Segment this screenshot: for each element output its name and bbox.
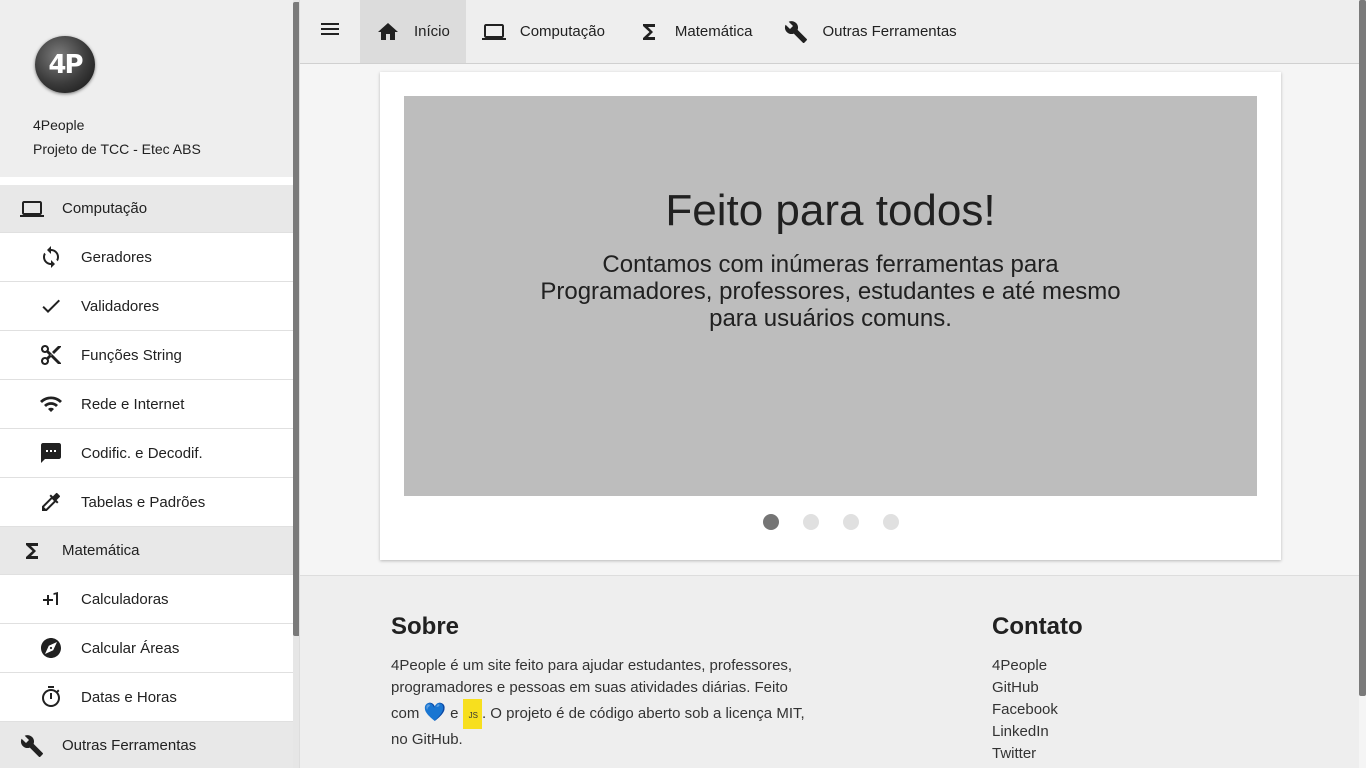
sidebar-item-rede-internet[interactable]: Rede e Internet: [0, 380, 299, 429]
tab-outras-ferramentas[interactable]: Outras Ferramentas: [768, 0, 972, 63]
carousel-dot-3[interactable]: [842, 514, 859, 530]
slide-title: Feito para todos!: [665, 186, 996, 235]
sidebar-item-label: Validadores: [81, 297, 160, 315]
sidebar-item-label: Codific. e Decodif.: [81, 444, 203, 462]
wifi-icon: [38, 392, 64, 416]
menu-button[interactable]: [300, 0, 360, 63]
plus-one-icon: [38, 587, 64, 611]
sidebar-item-label: Rede e Internet: [81, 395, 185, 413]
profile-name: 4People: [33, 117, 85, 133]
javascript-icon: JS: [462, 699, 482, 729]
menu-icon: [318, 17, 342, 46]
sigma-icon: [19, 539, 45, 563]
carousel-indicators: [380, 514, 1281, 530]
top-navbar: Início Computação Matemática Outras Ferr…: [300, 0, 1366, 64]
sidebar-item-label: Geradores: [81, 248, 152, 266]
slide-text: Contamos com inúmeras ferramentas para P…: [540, 251, 1121, 332]
sidebar-item-codificacao[interactable]: Codific. e Decodif.: [0, 429, 299, 478]
sidebar-section-computacao[interactable]: Computação: [0, 185, 299, 233]
profile-subtitle: Projeto de TCC - Etec ABS: [33, 141, 201, 157]
refresh-icon: [38, 245, 64, 269]
about-text-mid: e: [450, 705, 459, 722]
contact-link-4people[interactable]: 4People: [992, 655, 1058, 677]
contact-link-facebook[interactable]: Facebook: [992, 699, 1058, 721]
carousel-dot-4[interactable]: [882, 514, 899, 530]
comment-icon: [38, 441, 64, 465]
sidebar-item-validadores[interactable]: Validadores: [0, 282, 299, 331]
app-logo: 4P: [35, 36, 95, 93]
carousel-dot-1[interactable]: [762, 514, 779, 530]
sigma-icon: [637, 20, 661, 44]
contact-link-twitter[interactable]: Twitter: [992, 743, 1058, 765]
compass-icon: [38, 636, 64, 660]
page-scrollbar-thumb[interactable]: [1359, 0, 1366, 696]
sidebar-section-label: Matemática: [62, 542, 140, 559]
timer-icon: [38, 685, 64, 709]
scissors-icon: [38, 343, 64, 367]
home-icon: [376, 20, 400, 44]
sidebar-section-label: Outras Ferramentas: [62, 737, 197, 754]
contact-title: Contato: [992, 613, 1083, 640]
sidebar-item-label: Calcular Áreas: [81, 639, 180, 657]
tab-computacao[interactable]: Computação: [466, 0, 621, 63]
sidebar-item-label: Datas e Horas: [81, 688, 177, 706]
contact-link-github[interactable]: GitHub: [992, 677, 1058, 699]
sidebar-profile: 4P 4People Projeto de TCC - Etec ABS: [0, 0, 299, 177]
sidebar-item-geradores[interactable]: Geradores: [0, 233, 299, 282]
sidebar-item-label: Funções String: [81, 346, 182, 364]
about-text: 4People é um site feito para ajudar estu…: [391, 655, 811, 751]
sidebar-section-label: Computação: [62, 200, 148, 217]
contact-links: 4People GitHub Facebook LinkedIn Twitter: [992, 655, 1058, 765]
tab-inicio[interactable]: Início: [360, 0, 466, 63]
eyedropper-icon: [38, 490, 64, 514]
sidebar-item-calculadoras[interactable]: Calculadoras: [0, 575, 299, 624]
tab-label: Matemática: [674, 23, 753, 40]
wrench-icon: [19, 734, 45, 758]
sidebar-item-datas-horas[interactable]: Datas e Horas: [0, 673, 299, 722]
sidebar-item-label: Calculadoras: [81, 590, 169, 608]
sidebar-item-tabelas-padroes[interactable]: Tabelas e Padrões: [0, 478, 299, 527]
check-icon: [38, 294, 64, 318]
sidebar-scrollbar-thumb[interactable]: [293, 2, 299, 636]
tab-label: Início: [414, 23, 450, 40]
page-footer: Sobre 4People é um site feito para ajuda…: [300, 575, 1359, 768]
heart-icon: 💙: [423, 702, 446, 722]
sidebar-item-funcoes-string[interactable]: Funções String: [0, 331, 299, 380]
wrench-icon: [784, 20, 808, 44]
tab-matematica[interactable]: Matemática: [621, 0, 769, 63]
sidebar-section-matematica[interactable]: Matemática: [0, 527, 299, 575]
hero-card: Feito para todos! Contamos com inúmeras …: [380, 72, 1281, 560]
tab-label: Computação: [519, 23, 605, 40]
sidebar-item-calcular-areas[interactable]: Calcular Áreas: [0, 624, 299, 673]
tab-label: Outras Ferramentas: [822, 23, 957, 40]
profile-divider: [0, 177, 299, 185]
carousel-slide[interactable]: Feito para todos! Contamos com inúmeras …: [404, 96, 1257, 496]
carousel-dot-2[interactable]: [802, 514, 819, 530]
contact-link-linkedin[interactable]: LinkedIn: [992, 721, 1058, 743]
laptop-icon: [19, 197, 45, 221]
about-title: Sobre: [391, 613, 460, 640]
sidebar: 4P 4People Projeto de TCC - Etec ABS Com…: [0, 0, 300, 768]
laptop-icon: [481, 20, 506, 44]
sidebar-item-label: Tabelas e Padrões: [81, 493, 206, 511]
sidebar-section-outras-ferramentas[interactable]: Outras Ferramentas: [0, 722, 299, 768]
